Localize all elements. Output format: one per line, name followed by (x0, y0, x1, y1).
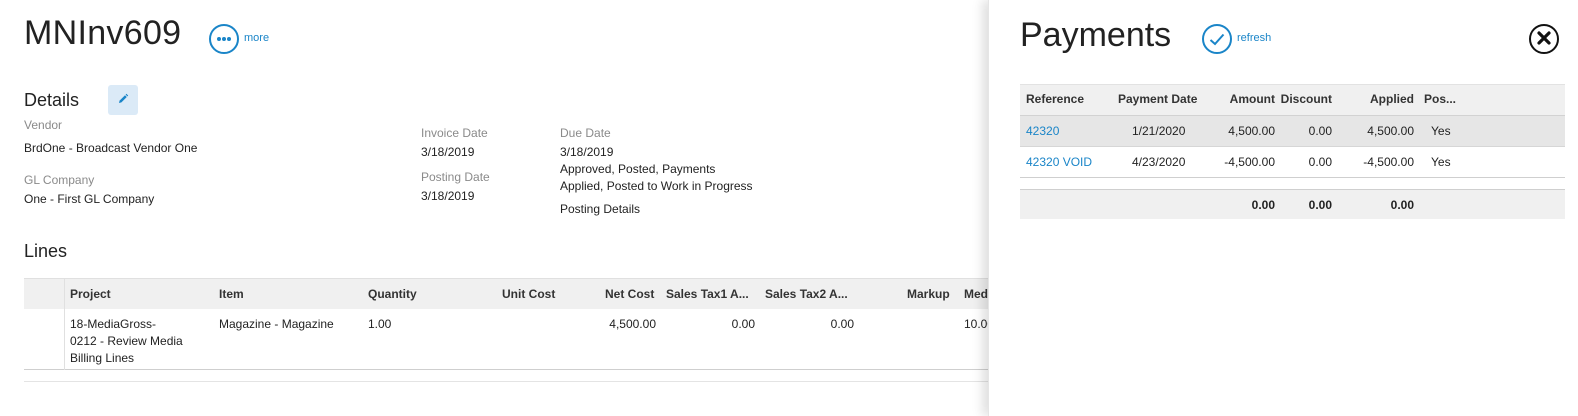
lines-heading: Lines (24, 241, 68, 261)
posting-date-label: Posting Date (421, 170, 490, 184)
close-icon (1537, 30, 1551, 48)
project-line-3: Billing Lines (70, 351, 135, 365)
status-line-1: Approved, Posted, Payments (560, 162, 716, 176)
col-payment-date[interactable]: Payment Date (1118, 92, 1197, 106)
project-line-2: 0212 - Review Media (70, 334, 183, 348)
total-applied: 0.00 (1390, 198, 1414, 212)
edit-details-button[interactable] (108, 85, 138, 115)
gl-company-value: One - First GL Company (24, 192, 155, 206)
payments-panel: Payments refresh Reference Payment Date … (988, 0, 1578, 416)
project-cell: 18-MediaGross- 0212 - Review Media Billi… (70, 316, 183, 367)
reference-link[interactable]: 42320 (1026, 124, 1059, 138)
item-cell: Magazine - Magazine (219, 317, 334, 331)
due-date-label: Due Date (560, 126, 611, 140)
details-heading: Details (24, 90, 80, 110)
applied-cell: -4,500.00 (1363, 155, 1414, 169)
payments-table-spacer (1020, 177, 1565, 189)
col-unit-cost[interactable]: Unit Cost (502, 287, 555, 301)
grid-selector-divider (64, 278, 65, 370)
col-posted[interactable]: Pos... (1424, 92, 1456, 106)
status-line-2: Applied, Posted to Work in Progress (560, 179, 753, 193)
vendor-label: Vendor (24, 118, 63, 132)
payments-title: Payments (1020, 16, 1172, 54)
payment-row[interactable]: 42320 1/21/2020 4,500.00 0.00 4,500.00 Y… (1020, 115, 1565, 146)
close-panel-button[interactable] (1529, 24, 1559, 54)
sales-tax1-cell: 0.00 (731, 317, 755, 331)
table-row[interactable]: 18-MediaGross- 0212 - Review Media Billi… (24, 309, 994, 370)
refresh-button[interactable] (1202, 24, 1232, 54)
col-sales-tax1[interactable]: Sales Tax1 A... (666, 287, 749, 301)
applied-cell: 4,500.00 (1367, 124, 1414, 138)
discount-cell: 0.00 (1308, 124, 1332, 138)
col-item[interactable]: Item (219, 287, 244, 301)
col-applied[interactable]: Applied (1334, 92, 1414, 106)
more-button[interactable] (209, 24, 239, 54)
refresh-check-icon (1209, 33, 1225, 46)
col-project[interactable]: Project (70, 287, 111, 301)
sales-tax2-cell: 0.00 (830, 317, 854, 331)
payments-totals-row: 0.00 0.00 0.00 (1020, 189, 1565, 219)
posting-details-link[interactable]: Posting Details (560, 202, 640, 216)
vendor-link[interactable]: BrdOne - Broadcast Vendor One (24, 141, 197, 155)
col-quantity[interactable]: Quantity (368, 287, 417, 301)
lines-grid-header: Project Item Quantity Unit Cost Net Cost… (24, 278, 990, 309)
refresh-link[interactable]: refresh (1237, 32, 1271, 44)
col-reference[interactable]: Reference (1026, 92, 1084, 106)
invoice-title: MNInv609 (24, 14, 182, 52)
project-line-1: 18-MediaGross- (70, 317, 157, 331)
invoice-date-label: Invoice Date (421, 126, 488, 140)
discount-cell: 0.00 (1308, 155, 1332, 169)
lines-grid: Project Item Quantity Unit Cost Net Cost… (24, 278, 994, 370)
reference-link[interactable]: 42320 VOID (1026, 155, 1092, 169)
edit-pencil-icon (117, 93, 129, 108)
net-cost-cell: 4,500.00 (609, 317, 656, 331)
payments-table: Reference Payment Date Amount Discount A… (1020, 84, 1565, 219)
col-markup[interactable]: Markup (907, 287, 950, 301)
grid-horizontal-scrollbar[interactable] (24, 371, 990, 382)
posting-date-value: 3/18/2019 (421, 189, 475, 203)
posted-cell: Yes (1431, 155, 1451, 169)
payments-table-header: Reference Payment Date Amount Discount A… (1020, 84, 1565, 115)
col-sales-tax2[interactable]: Sales Tax2 A... (765, 287, 848, 301)
quantity-cell: 1.00 (368, 317, 392, 331)
col-net-cost[interactable]: Net Cost (605, 287, 654, 301)
gl-company-label: GL Company (24, 173, 95, 187)
col-discount[interactable]: Discount (1252, 92, 1332, 106)
payment-date-cell: 4/23/2020 (1132, 155, 1186, 169)
payment-date-cell: 1/21/2020 (1132, 124, 1186, 138)
total-discount: 0.00 (1308, 198, 1332, 212)
more-icon (216, 36, 232, 42)
posted-cell: Yes (1431, 124, 1451, 138)
due-date-value: 3/18/2019 (560, 145, 614, 159)
payment-row[interactable]: 42320 VOID 4/23/2020 -4,500.00 0.00 -4,5… (1020, 146, 1565, 177)
invoice-date-value: 3/18/2019 (421, 145, 475, 159)
more-link[interactable]: more (244, 32, 269, 44)
col-med[interactable]: Med (964, 287, 988, 301)
